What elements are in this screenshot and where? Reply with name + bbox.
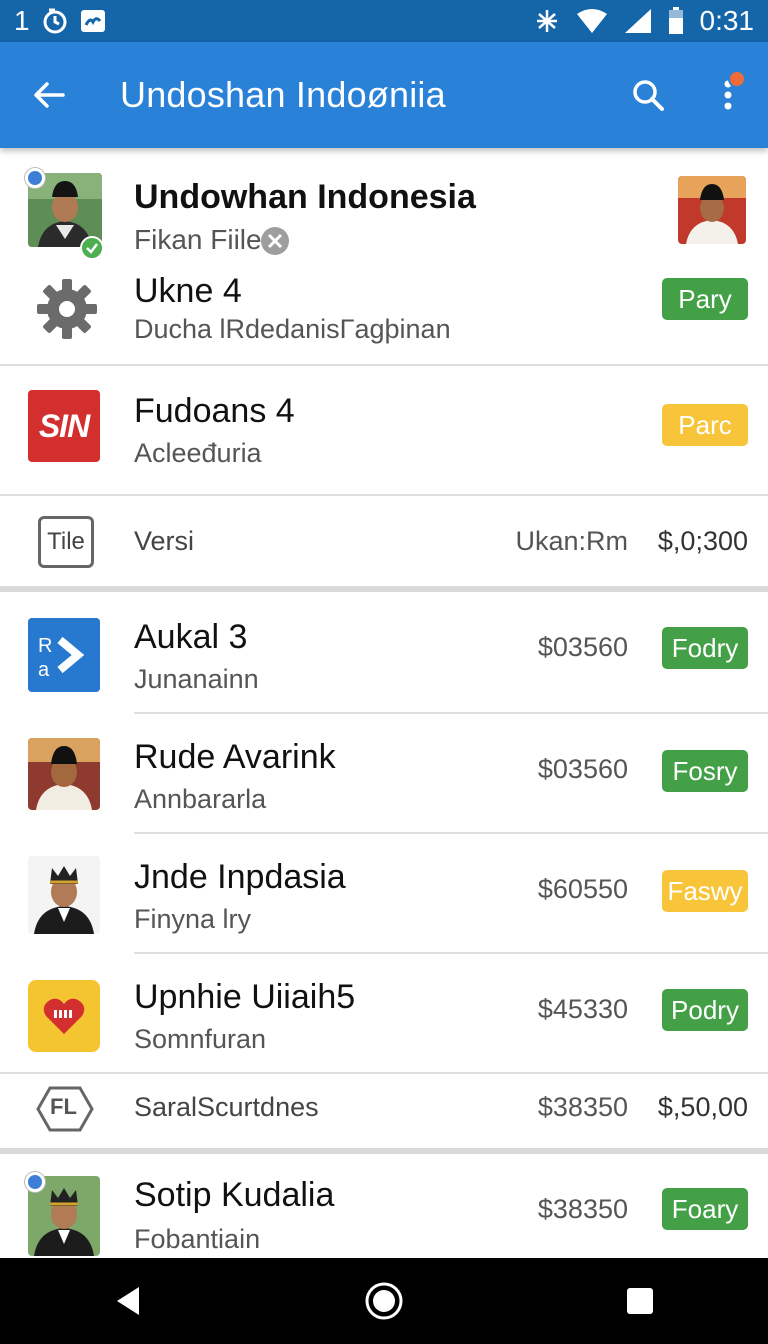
clock-icon — [42, 8, 68, 34]
item-price: $45330 — [537, 994, 628, 1024]
item-price: $38350 — [537, 1194, 628, 1224]
list-item[interactable]: Rude Avarink Annbararla $03560 Fosry — [0, 714, 768, 832]
sin-logo-icon: SIN — [28, 390, 100, 462]
status-badge: Podry — [662, 989, 748, 1031]
item-title: Jnde Inpdasia — [134, 858, 346, 896]
item-price: $60550 — [537, 874, 628, 904]
header-thumbnail — [678, 176, 746, 244]
fl-icon-label: FL — [50, 1094, 77, 1119]
nav-home-button[interactable] — [339, 1258, 429, 1344]
item-price: $03560 — [537, 632, 628, 662]
nav-recents-button[interactable] — [595, 1258, 685, 1344]
tile-label: Versi — [134, 526, 195, 556]
item-subtitle: Somnfuran — [134, 1024, 267, 1054]
avatar — [28, 856, 100, 934]
tile-row[interactable]: Tile Versi Ukan:Rm $,0;300 — [0, 496, 768, 586]
item-subtitle: Ducha lRdedanisΓagþinan — [134, 314, 451, 344]
heart-icon — [28, 980, 100, 1052]
item-title: Upnhie Uiiaih5 — [134, 978, 356, 1016]
pin-icon — [25, 1172, 45, 1192]
status-badge: Pary — [662, 278, 748, 320]
status-bar: 1 0:31 — [0, 0, 768, 42]
icon-letter: R — [38, 635, 52, 657]
fl-value: $,50,00 — [657, 1092, 748, 1122]
list-item[interactable]: Upnhie Uiiaih5 Somnfuran $45330 Podry — [0, 954, 768, 1072]
item-subtitle: Annbararla — [134, 784, 267, 814]
tile-icon: Tile — [38, 516, 94, 568]
item-subtitle: Junanainn — [134, 664, 259, 694]
arrow-left-icon — [34, 82, 65, 108]
item-subtitle: Fobantiain — [134, 1224, 261, 1254]
status-right: 0:31 — [534, 5, 755, 37]
status-badge: Faswy — [662, 870, 748, 912]
search-icon — [633, 80, 664, 111]
status-badge: Parc — [662, 404, 748, 446]
image-icon — [80, 9, 106, 33]
tile-mid-value: Ukan:Rm — [515, 526, 628, 556]
back-button[interactable] — [0, 42, 98, 148]
icon-letter: a — [38, 659, 50, 681]
tile-value: $,0;300 — [657, 526, 748, 556]
item-subtitle: Finyna lry — [134, 904, 252, 934]
content-list: Undowhan Indonesia Fikan Fiile Ukne 4 Du… — [0, 148, 768, 1258]
logo-text: SIN — [38, 407, 90, 444]
more-options-button[interactable] — [688, 42, 768, 148]
list-item[interactable]: Ra Aukal 3 Junanainn $03560 Fodry — [0, 592, 768, 712]
status-badge: Fosry — [662, 750, 748, 792]
status-number: 1 — [14, 5, 30, 36]
nav-recents-icon — [627, 1288, 653, 1314]
nav-back-button[interactable] — [83, 1258, 173, 1344]
gear-icon — [36, 278, 98, 345]
app-bar: Undoshan Indoøniia — [0, 42, 768, 148]
battery-icon — [668, 7, 684, 35]
item-title: Fudoans 4 — [134, 392, 295, 430]
fl-price: $38350 — [537, 1092, 628, 1122]
list-item[interactable]: SIN Fudoans 4 Acleeđuria Parc — [0, 366, 768, 494]
header-item[interactable]: Undowhan Indonesia Fikan Fiile Ukne 4 Du… — [0, 148, 768, 364]
navigation-bar — [0, 1258, 768, 1344]
signal-icon — [624, 8, 652, 34]
app-actions — [608, 42, 768, 148]
close-circle-icon[interactable] — [260, 226, 290, 261]
app-title: Undoshan Indoøniia — [120, 74, 446, 115]
notification-dot — [728, 70, 746, 88]
status-badge: Foary — [662, 1188, 748, 1230]
search-button[interactable] — [608, 42, 688, 148]
item-price: $03560 — [537, 754, 628, 784]
item-title: Aukal 3 — [134, 618, 248, 656]
ra-arrow-icon: Ra — [28, 618, 100, 692]
fl-row[interactable]: FL SaralScurtdnes $38350 $,50,00 — [0, 1074, 768, 1148]
list-item[interactable]: Sotip Kudalia Fobantiain $38350 Foary — [0, 1154, 768, 1258]
fl-label: SaralScurtdnes — [134, 1092, 319, 1122]
item-subtitle: Acleeđuria — [134, 438, 262, 468]
verified-check-icon — [80, 236, 104, 260]
nav-home-icon — [365, 1282, 403, 1320]
pin-icon — [25, 168, 45, 188]
wifi-icon — [576, 8, 608, 34]
item-title: Rude Avarink — [134, 738, 336, 776]
list-item[interactable]: Jnde Inpdasia Finyna lry $60550 Faswy — [0, 834, 768, 952]
avatar — [28, 738, 100, 810]
item-title: Ukne 4 — [134, 272, 242, 310]
header-subtitle: Fikan Fiile — [134, 224, 262, 255]
item-title: Sotip Kudalia — [134, 1176, 335, 1214]
status-time: 0:31 — [699, 5, 755, 36]
vibrate-icon — [534, 8, 560, 34]
nav-back-icon — [117, 1287, 139, 1315]
status-badge: Fodry — [662, 627, 748, 669]
status-left: 1 — [14, 5, 106, 37]
header-title: Undowhan Indonesia — [134, 178, 476, 216]
